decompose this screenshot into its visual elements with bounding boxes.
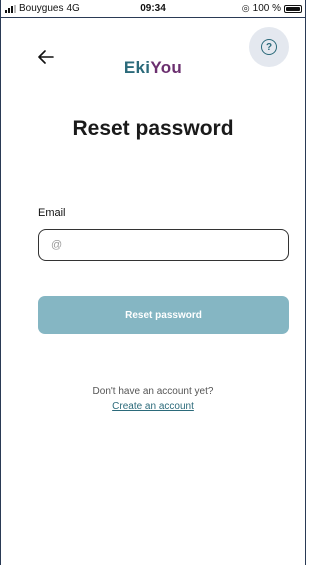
logo-part-1: Eki <box>123 58 151 77</box>
help-question-icon: ? <box>261 39 277 55</box>
alarm-icon: ◎ <box>241 3 250 13</box>
email-label: Email <box>38 207 66 219</box>
email-field[interactable] <box>38 229 289 261</box>
create-account-link[interactable]: Create an account <box>1 401 305 412</box>
reset-password-button[interactable]: Reset password <box>38 296 289 334</box>
battery-percent: 100 % <box>252 3 281 14</box>
status-right: ◎ 100 % <box>242 3 302 14</box>
battery-icon <box>284 4 302 13</box>
reset-password-screen: Bouygues 4G 09:34 ◎ 100 % ? EkiYou Reset… <box>0 0 306 565</box>
status-bar: Bouygues 4G 09:34 ◎ 100 % <box>1 0 305 18</box>
app-logo: EkiYou <box>1 58 305 78</box>
logo-part-2: You <box>150 58 183 77</box>
no-account-text: Don't have an account yet? <box>92 386 214 397</box>
page-title: Reset password <box>72 117 234 140</box>
